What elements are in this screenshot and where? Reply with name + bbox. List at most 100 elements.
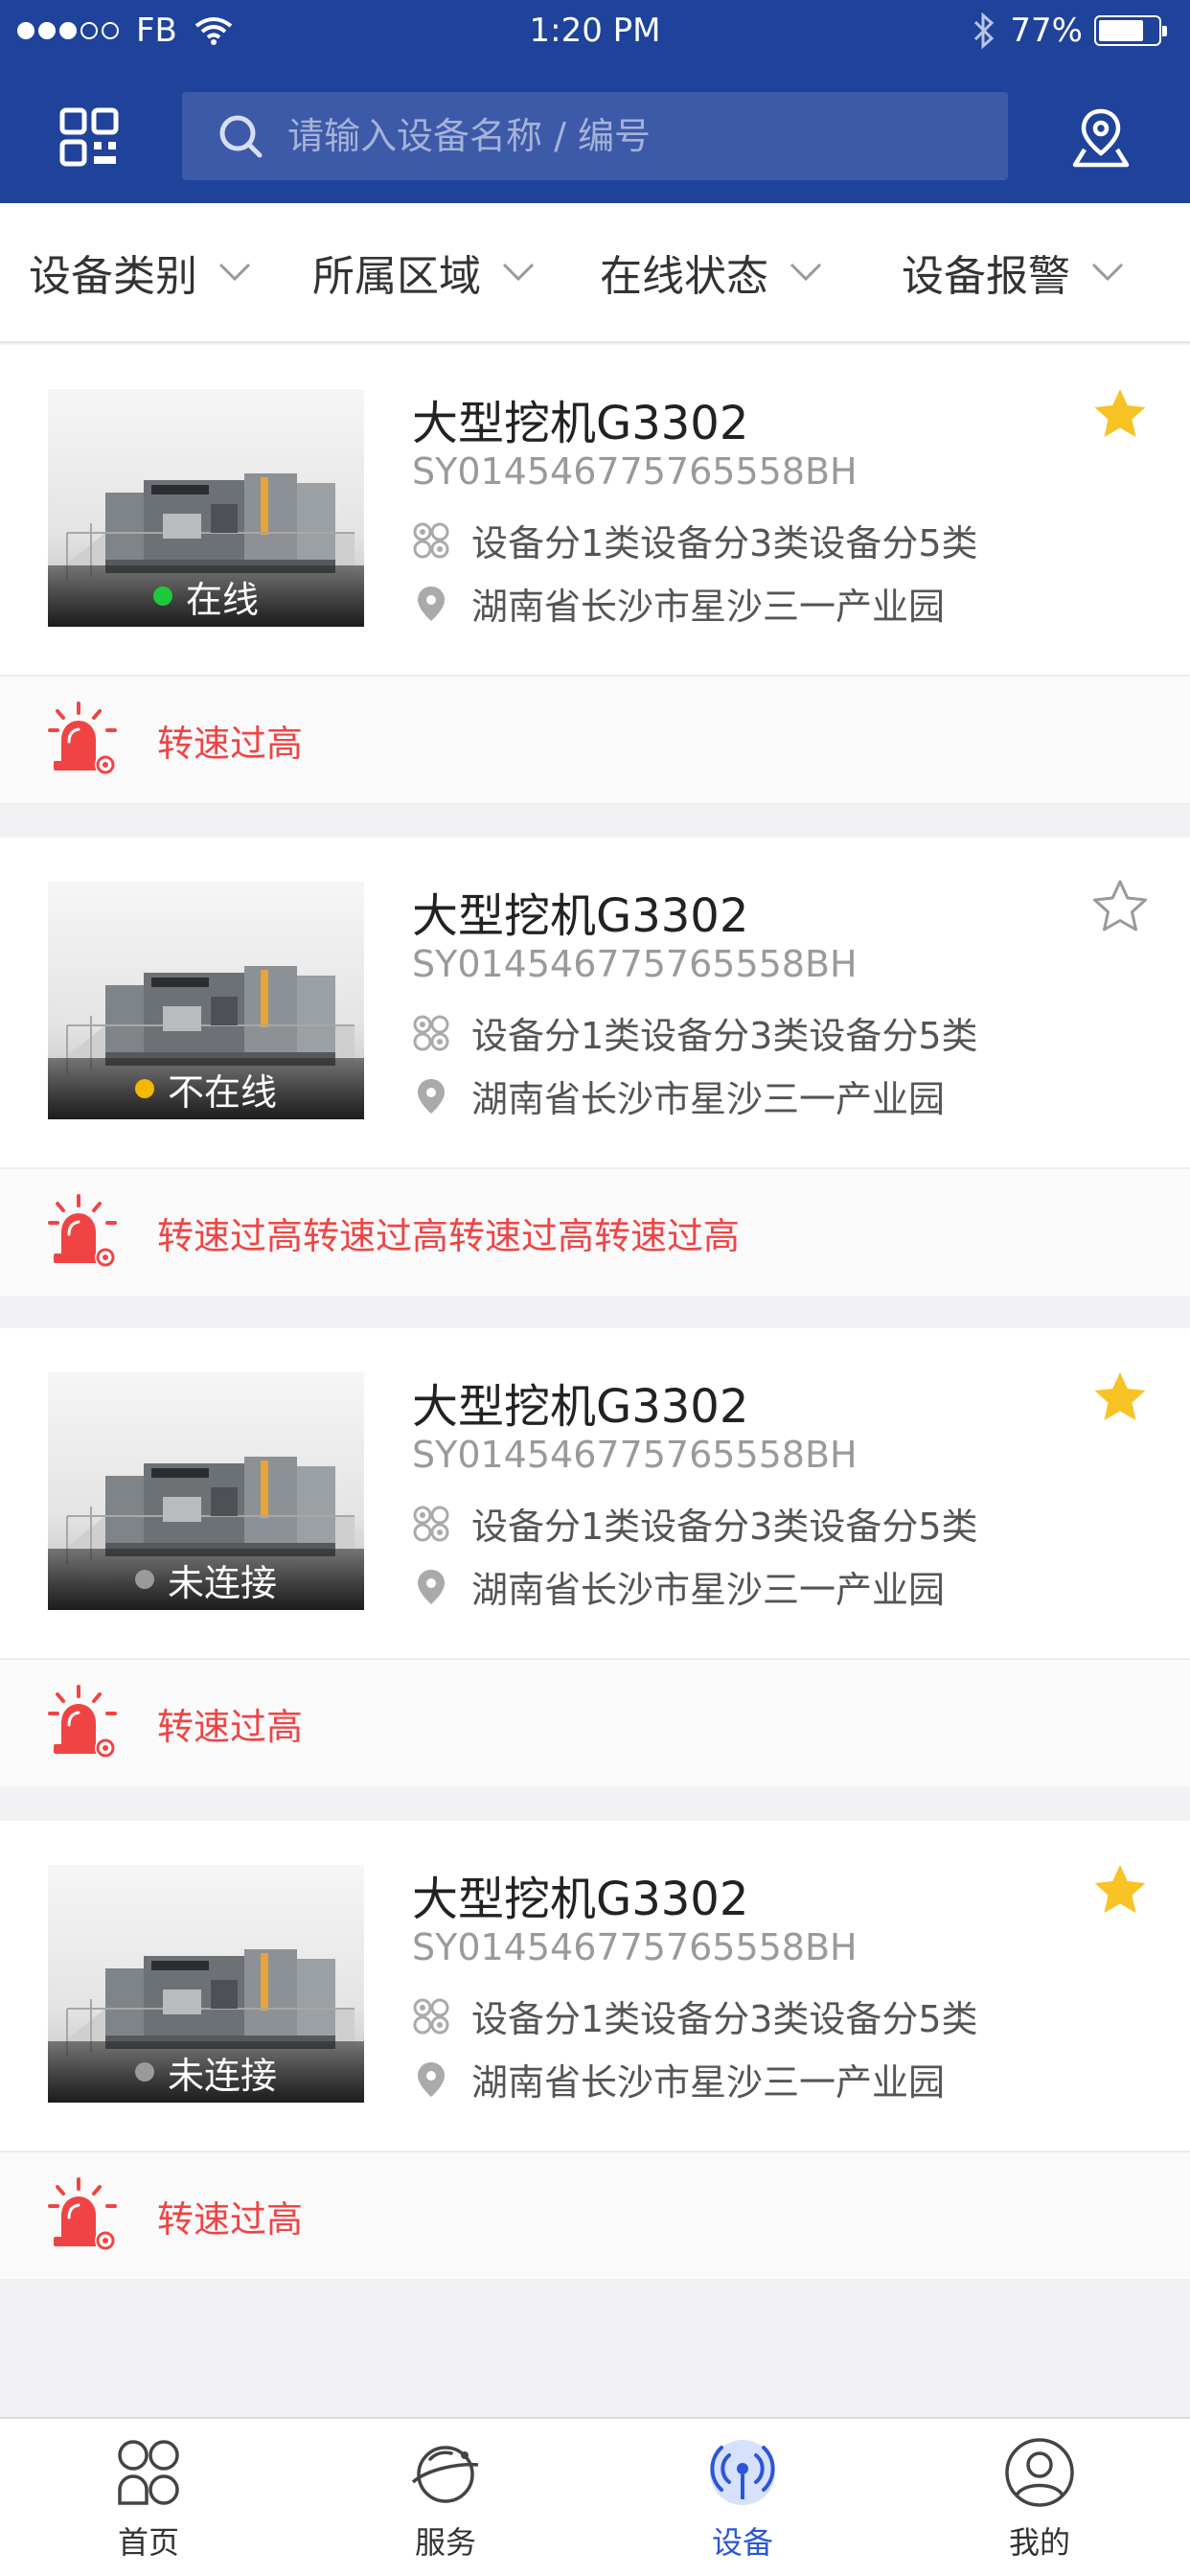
device-info[interactable]: 在线 大型挖机G3302 SY014546775765558BH 设备分1类设备分3类… (0, 345, 1190, 675)
search-input[interactable] (286, 114, 975, 158)
device-category: 设备分1类设备分3类设备分5类 (412, 514, 978, 566)
filter-dropdown-2[interactable]: 所属区域 (280, 242, 567, 303)
alarm-text: 转速过高 (157, 1705, 304, 1748)
device-location: 湖南省长沙市星沙三一产业园 (412, 1560, 945, 1613)
home-grid-icon (118, 2440, 179, 2505)
device-status-text: 不在线 (167, 1070, 277, 1114)
device-card[interactable]: 在线 大型挖机G3302 SY014546775765558BH 设备分1类设备分3类… (0, 345, 1190, 803)
device-thumbnail: 不在线 (48, 882, 364, 1119)
device-location: 湖南省长沙市星沙三一产业园 (412, 1070, 945, 1122)
alarm-text: 转速过高 (157, 722, 304, 765)
alarm-text: 转速过高转速过高转速过高转速过高 (157, 1214, 741, 1257)
tab-device[interactable]: 设备 (594, 2419, 891, 2576)
device-category-text: 设备分1类设备分3类设备分5类 (471, 1015, 978, 1057)
qrcode-scan-icon[interactable] (59, 107, 119, 167)
device-card[interactable]: 未连接 大型挖机G3302 SY014546775765558BH 设备分1类设备分3… (0, 1328, 1190, 1786)
chevron-down-icon (790, 263, 822, 282)
device-signal-icon (710, 2440, 775, 2505)
alarm-siren-icon (48, 702, 117, 775)
device-category: 设备分1类设备分3类设备分5类 (412, 1006, 978, 1059)
filter-label: 设备类别 (29, 252, 197, 301)
filter-dropdown-4[interactable]: 设备报警 (855, 242, 1171, 303)
map-pin-icon[interactable] (1071, 105, 1131, 169)
device-info[interactable]: 不在线 大型挖机G3302 SY014546775765558BH 设备分1类设备分3… (0, 838, 1190, 1167)
device-alarm[interactable]: 转速过高 (0, 2150, 1190, 2279)
device-location-text: 湖南省长沙市星沙三一产业园 (471, 1569, 946, 1611)
location-pin-icon (418, 586, 445, 621)
chevron-down-icon (502, 263, 535, 282)
search-icon (219, 115, 263, 158)
filter-label: 设备报警 (902, 252, 1070, 301)
device-category: 设备分1类设备分3类设备分5类 (412, 1990, 978, 2042)
category-icon (413, 1998, 449, 2034)
device-location: 湖南省长沙市星沙三一产业园 (412, 577, 945, 630)
device-category-text: 设备分1类设备分3类设备分5类 (471, 522, 978, 564)
tab-label: 设备 (711, 2524, 773, 2561)
device-category-text: 设备分1类设备分3类设备分5类 (471, 1506, 978, 1548)
status-right: 77% (972, 12, 1167, 50)
bluetooth-icon (974, 12, 995, 50)
device-card[interactable]: 未连接 大型挖机G3302 SY014546775765558BH 设备分1类设备分3… (0, 1821, 1190, 2279)
device-thumbnail: 未连接 (48, 1372, 364, 1610)
device-alarm[interactable]: 转速过高转速过高转速过高转速过高 (0, 1167, 1190, 1296)
tab-home[interactable]: 首页 (0, 2419, 297, 2576)
tab-mine[interactable]: 我的 (891, 2419, 1188, 2576)
device-name: 大型挖机G3302 (412, 397, 749, 450)
filter-bar: 设备类别 所属区域 在线状态 设备报警 (0, 203, 1190, 343)
device-alarm[interactable]: 转速过高 (0, 1658, 1190, 1786)
device-name: 大型挖机G3302 (412, 889, 749, 943)
tab-label: 首页 (117, 2524, 179, 2561)
planet-service-icon (411, 2446, 479, 2503)
device-name: 大型挖机G3302 (412, 1380, 749, 1434)
bottom-tab-bar: 首页 服务 设备 我的 (0, 2417, 1190, 2576)
battery-percent: 77% (1010, 12, 1083, 50)
category-icon (413, 522, 449, 558)
device-thumbnail: 在线 (48, 389, 364, 627)
alarm-siren-icon (48, 1685, 117, 1759)
device-info[interactable]: 未连接 大型挖机G3302 SY014546775765558BH 设备分1类设备分3… (0, 1328, 1190, 1658)
device-name: 大型挖机G3302 (412, 1873, 749, 1926)
device-code: SY014546775765558BH (412, 943, 858, 985)
tab-service[interactable]: 服务 (297, 2419, 594, 2576)
status-dot-icon (134, 2062, 154, 2082)
app-header: FB 1:20 PM 77% (0, 0, 1190, 203)
battery-icon (1094, 15, 1167, 46)
device-status-badge: 不在线 (48, 1058, 364, 1119)
device-status-text: 在线 (185, 578, 259, 621)
filter-dropdown-3[interactable]: 在线状态 (567, 242, 855, 303)
location-pin-icon (418, 1569, 445, 1604)
device-location-text: 湖南省长沙市星沙三一产业园 (471, 586, 946, 628)
star-filled-icon[interactable] (1090, 1861, 1150, 1920)
device-code: SY014546775765558BH (412, 1434, 858, 1476)
device-location: 湖南省长沙市星沙三一产业园 (412, 2053, 945, 2105)
device-code: SY014546775765558BH (412, 1926, 858, 1968)
filter-dropdown-1[interactable]: 设备类别 (0, 242, 280, 303)
category-icon (413, 1506, 449, 1541)
tab-label: 我的 (1008, 2524, 1070, 2561)
device-alarm[interactable]: 转速过高 (0, 675, 1190, 803)
star-filled-icon[interactable] (1090, 385, 1150, 445)
device-info[interactable]: 未连接 大型挖机G3302 SY014546775765558BH 设备分1类设备分3… (0, 1821, 1190, 2150)
search-bar[interactable] (182, 92, 1008, 180)
device-status-badge: 未连接 (48, 2041, 364, 2103)
filter-label: 在线状态 (600, 252, 768, 301)
device-code: SY014546775765558BH (412, 450, 858, 493)
status-dot-icon (152, 586, 172, 606)
status-dot-icon (134, 1079, 154, 1098)
device-card[interactable]: 不在线 大型挖机G3302 SY014546775765558BH 设备分1类设备分3… (0, 838, 1190, 1296)
star-filled-icon[interactable] (1090, 1368, 1150, 1428)
device-location-text: 湖南省长沙市星沙三一产业园 (471, 2061, 946, 2104)
category-icon (413, 1015, 449, 1050)
device-status-text: 未连接 (167, 2054, 277, 2097)
device-location-text: 湖南省长沙市星沙三一产业园 (471, 1078, 946, 1120)
location-pin-icon (418, 2061, 445, 2097)
device-thumbnail: 未连接 (48, 1865, 364, 2103)
profile-icon (1005, 2438, 1074, 2507)
alarm-siren-icon (48, 1194, 117, 1268)
alarm-siren-icon (48, 2177, 117, 2251)
device-status-badge: 在线 (48, 565, 364, 627)
device-status-text: 未连接 (167, 1561, 277, 1604)
alarm-text: 转速过高 (157, 2197, 304, 2241)
star-outline-icon[interactable] (1090, 878, 1150, 937)
chevron-down-icon (1091, 263, 1124, 282)
